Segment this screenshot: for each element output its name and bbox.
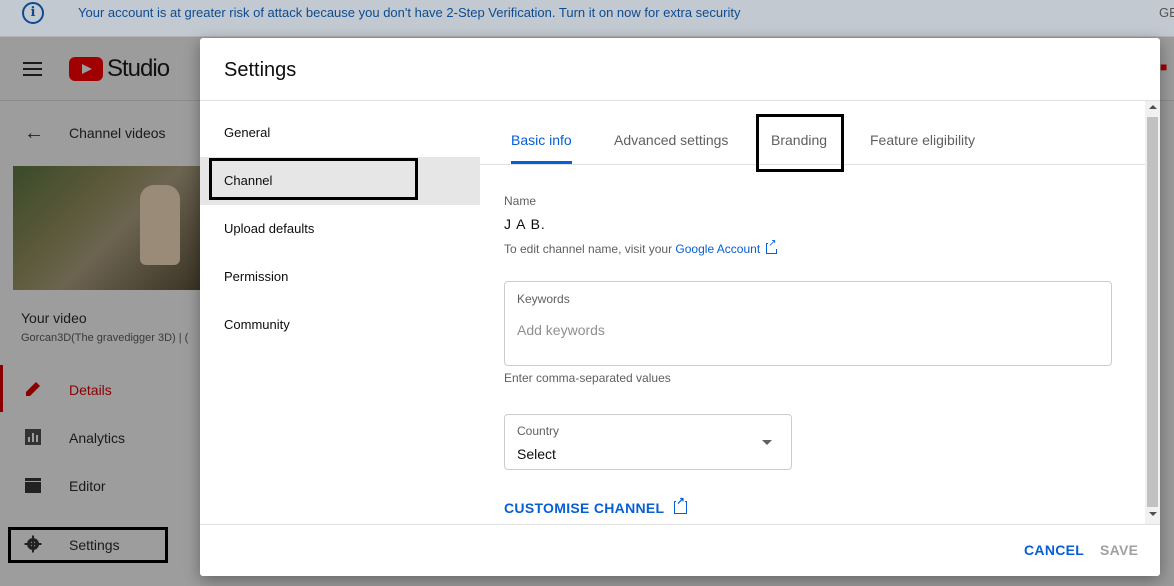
scrollbar-thumb[interactable]: [1147, 117, 1158, 507]
settings-nav-upload-defaults[interactable]: Upload defaults: [200, 205, 480, 253]
external-link-icon: [674, 497, 688, 514]
sidebar-item-details[interactable]: Details: [69, 382, 112, 398]
external-link-icon[interactable]: [766, 239, 778, 254]
scroll-up-arrow-icon[interactable]: [1149, 105, 1157, 109]
edit-name-hint-text: To edit channel name, visit your: [504, 242, 676, 256]
sidebar-item-analytics[interactable]: Analytics: [69, 430, 125, 446]
video-title: Gorcan3D(The gravedigger 3D) | (: [21, 332, 189, 344]
keywords-hint: Enter comma-separated values: [504, 371, 671, 385]
dialog-title: Settings: [224, 59, 297, 81]
save-button[interactable]: SAVE: [1100, 542, 1138, 558]
security-banner: i Your account is at greater risk of att…: [0, 0, 1174, 37]
active-tab-underline: [511, 161, 572, 164]
customise-channel-label: CUSTOMISE CHANNEL: [504, 500, 665, 516]
sidebar-item-editor[interactable]: Editor: [69, 478, 106, 494]
keywords-input[interactable]: [517, 322, 1077, 338]
security-banner-text[interactable]: Your account is at greater risk of attac…: [78, 5, 740, 20]
your-video-label: Your video: [21, 310, 87, 326]
hamburger-menu-icon[interactable]: [23, 62, 42, 76]
chevron-down-icon: [762, 440, 772, 445]
edit-name-hint: To edit channel name, visit your Google …: [504, 239, 778, 256]
studio-label: Studio: [107, 55, 170, 82]
channel-highlight-box: [209, 158, 418, 200]
dialog-footer: CANCEL SAVE: [200, 524, 1160, 576]
cancel-button[interactable]: CANCEL: [1024, 542, 1084, 558]
channel-tabs: Basic info Advanced settings Branding Fe…: [480, 101, 1145, 172]
country-select[interactable]: Country Select: [504, 414, 792, 470]
settings-nav-community[interactable]: Community: [200, 301, 480, 349]
keywords-label: Keywords: [517, 292, 570, 306]
active-indicator: [0, 365, 3, 412]
channel-videos-link[interactable]: Channel videos: [69, 125, 166, 141]
channel-name-value: J A B.: [504, 216, 546, 232]
dialog-header: Settings: [200, 38, 1160, 101]
tab-basic-info[interactable]: Basic info: [511, 132, 572, 148]
settings-highlight-box: [8, 527, 168, 563]
info-icon: i: [22, 2, 44, 24]
country-value: Select: [517, 446, 556, 462]
tab-advanced-settings[interactable]: Advanced settings: [614, 132, 728, 148]
country-label: Country: [517, 424, 560, 438]
keywords-field[interactable]: Keywords: [504, 281, 1112, 366]
analytics-icon: [25, 429, 41, 445]
name-label: Name: [504, 194, 537, 208]
youtube-logo-icon[interactable]: [69, 57, 103, 81]
scroll-down-arrow-icon[interactable]: [1149, 512, 1157, 516]
settings-nav-permission[interactable]: Permission: [200, 253, 480, 301]
tab-feature-eligibility[interactable]: Feature eligibility: [870, 132, 975, 148]
settings-nav-general[interactable]: General: [200, 109, 480, 157]
customise-channel-link[interactable]: CUSTOMISE CHANNEL: [504, 497, 688, 516]
clapperboard-icon: [25, 478, 41, 493]
thumbnail-figure: [140, 185, 180, 265]
branding-highlight-box: [756, 114, 844, 172]
settings-nav: General Channel Upload defaults Permissi…: [200, 101, 480, 524]
settings-dialog: Settings General Channel Upload defaults…: [200, 38, 1160, 576]
back-arrow-icon[interactable]: ←: [24, 122, 44, 145]
top-right-icon: ■: [1160, 60, 1168, 74]
google-account-link[interactable]: Google Account: [675, 242, 760, 256]
channel-settings-content: Basic info Advanced settings Branding Fe…: [480, 101, 1145, 524]
banner-right-text: GE: [1159, 5, 1174, 20]
pencil-icon: [26, 382, 40, 396]
content-scrollbar[interactable]: [1145, 101, 1160, 524]
